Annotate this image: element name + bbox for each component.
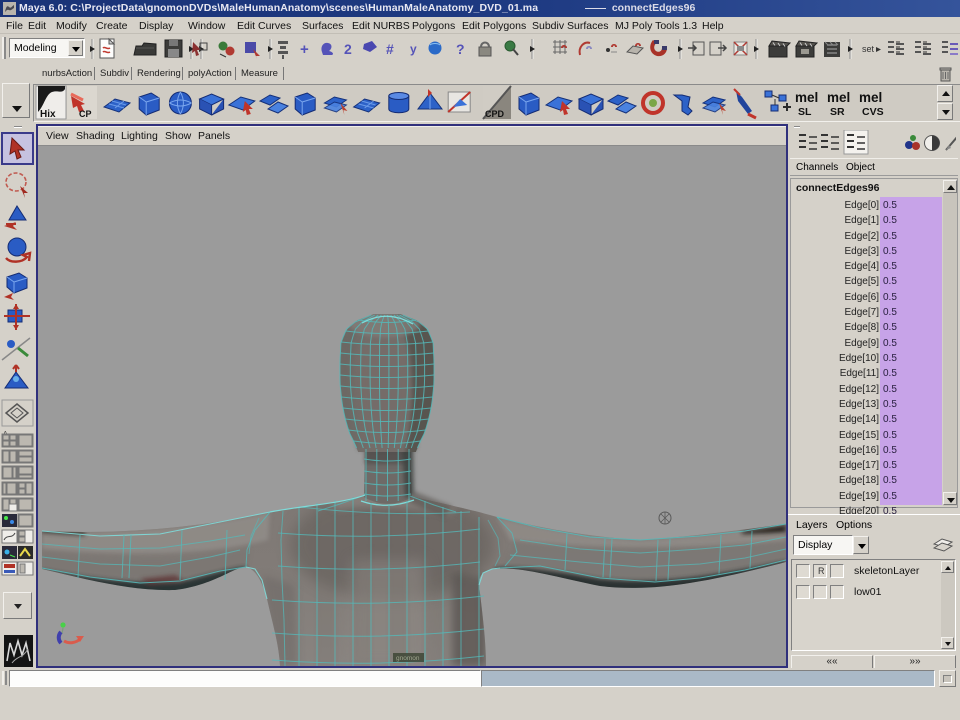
svg-text:2: 2 — [344, 41, 352, 57]
svg-text:Hix: Hix — [40, 109, 56, 120]
svg-text:set: set — [862, 44, 875, 54]
svg-text:gnomon: gnomon — [396, 655, 420, 662]
svg-text:mel: mel — [795, 90, 818, 105]
svg-text:CP: CP — [79, 109, 92, 119]
svg-text:CVS: CVS — [862, 106, 884, 118]
svg-text:SR: SR — [830, 106, 845, 118]
svg-text:mel: mel — [859, 90, 882, 105]
svg-text:SL: SL — [798, 106, 812, 118]
svg-text:y: y — [410, 42, 417, 56]
svg-text:?: ? — [456, 41, 465, 57]
svg-text:+: + — [300, 41, 309, 58]
svg-text:CPD: CPD — [485, 109, 505, 119]
svg-text:#: # — [386, 41, 394, 57]
svg-text:mel: mel — [827, 90, 850, 105]
